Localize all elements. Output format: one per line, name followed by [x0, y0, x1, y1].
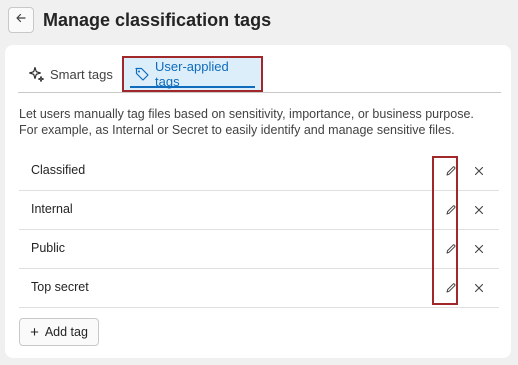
edit-tag-button[interactable] — [443, 163, 459, 179]
tag-row: Top secret — [19, 269, 499, 308]
close-icon — [474, 244, 484, 254]
selected-tab-indicator — [130, 86, 255, 88]
page-header: Manage classification tags — [8, 5, 271, 35]
tag-row: Classified — [19, 152, 499, 191]
plus-icon: + — [30, 323, 39, 341]
tag-list: Classified Internal Public Top secret — [19, 152, 499, 308]
delete-tag-button[interactable] — [471, 241, 487, 257]
close-icon — [474, 283, 484, 293]
close-icon — [474, 205, 484, 215]
tag-name: Classified — [31, 163, 86, 177]
add-tag-label: Add tag — [44, 325, 88, 339]
tag-row: Internal — [19, 191, 499, 230]
tag-row: Public — [19, 230, 499, 269]
tag-name: Internal — [31, 202, 73, 216]
pencil-icon — [446, 166, 456, 176]
tag-name: Top secret — [31, 280, 89, 294]
pencil-icon — [446, 244, 456, 254]
edit-tag-button[interactable] — [443, 202, 459, 218]
page-title: Manage classification tags — [43, 9, 272, 30]
tab-user-applied-tags-label: User-applied tags — [155, 59, 229, 89]
delete-tag-button[interactable] — [471, 280, 487, 296]
tab-list: Smart tags User-applied tags — [18, 56, 501, 93]
sparkle-icon — [28, 66, 45, 83]
delete-tag-button[interactable] — [471, 163, 487, 179]
close-icon — [474, 166, 484, 176]
edit-tag-button[interactable] — [443, 280, 459, 296]
tags-card: Smart tags User-applied tags Let users m… — [5, 45, 511, 358]
tab-user-applied-tags[interactable]: User-applied tags — [122, 56, 263, 92]
tab-smart-tags-label: Smart tags — [50, 66, 113, 82]
pencil-icon — [446, 283, 456, 293]
tags-description: Let users manually tag files based on se… — [19, 107, 474, 137]
back-button[interactable] — [8, 7, 34, 33]
tag-name: Public — [31, 241, 66, 255]
edit-tag-button[interactable] — [443, 241, 459, 257]
delete-tag-button[interactable] — [471, 202, 487, 218]
tab-smart-tags[interactable]: Smart tags — [28, 60, 113, 88]
pencil-icon — [446, 205, 456, 215]
tag-icon — [134, 66, 150, 82]
arrow-left-icon — [15, 11, 27, 29]
add-tag-button[interactable]: + Add tag — [19, 318, 99, 346]
